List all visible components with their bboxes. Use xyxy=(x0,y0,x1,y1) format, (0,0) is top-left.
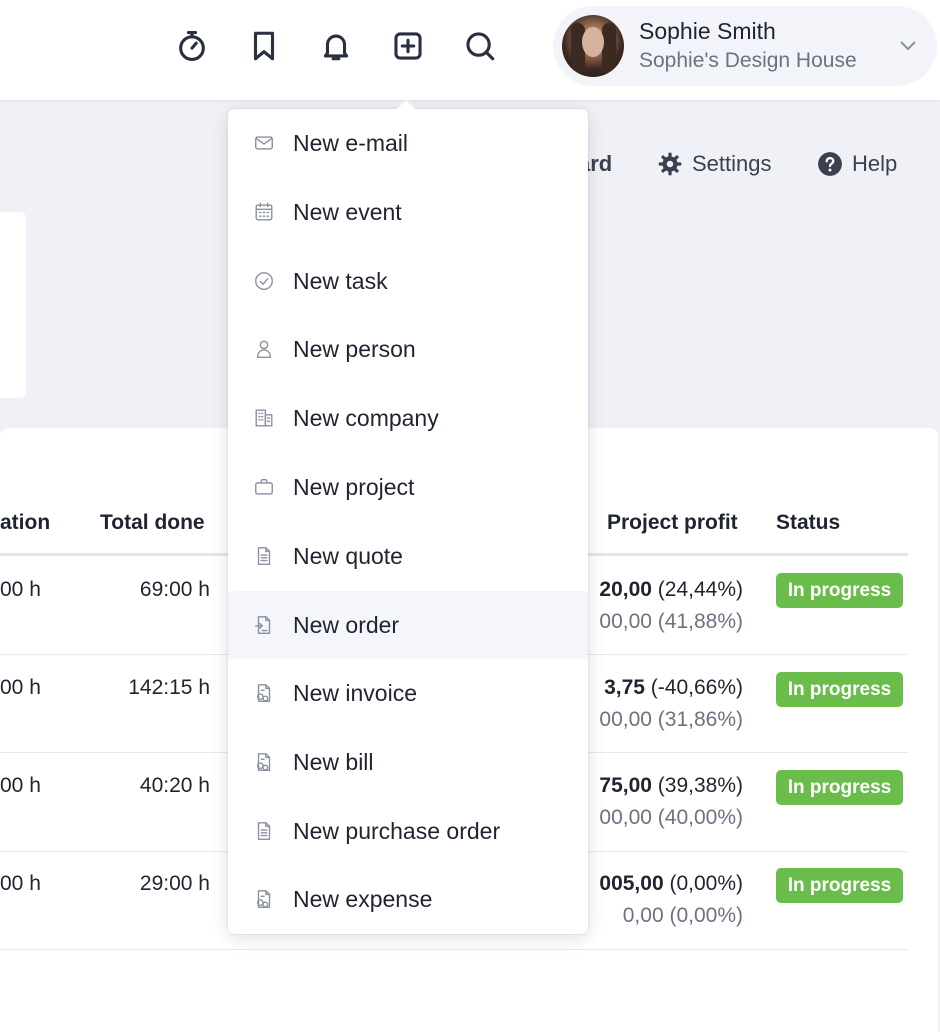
gear-icon xyxy=(658,152,682,176)
menu-item-label: New company xyxy=(293,404,439,431)
table-row-duration: 00 h xyxy=(0,578,41,601)
menu-item-new-purchase-order[interactable]: New purchase order xyxy=(228,797,588,865)
menu-item-new-event[interactable]: New event xyxy=(228,178,588,246)
person-icon xyxy=(252,337,276,361)
table-row-total-done: 40:20 h xyxy=(139,774,210,797)
user-menu[interactable]: Sophie Smith Sophie's Design House xyxy=(553,6,937,86)
expense-document-icon xyxy=(252,887,276,911)
help-label: Help xyxy=(852,151,898,176)
menu-item-new-expense[interactable]: New expense xyxy=(228,865,588,933)
menu-item-new-email[interactable]: New e-mail xyxy=(228,109,588,177)
menu-item-label: New expense xyxy=(293,885,433,912)
briefcase-icon xyxy=(252,475,276,499)
bell-icon[interactable] xyxy=(316,26,356,66)
menu-item-new-task[interactable]: New task xyxy=(228,247,588,315)
table-row-duration: 00 h xyxy=(0,676,41,699)
menu-item-label: New invoice xyxy=(293,679,417,706)
calendar-icon xyxy=(252,200,276,224)
menu-item-label: New project xyxy=(293,473,415,500)
left-card xyxy=(0,212,26,398)
menu-item-label: New purchase order xyxy=(293,817,501,844)
user-name: Sophie Smith xyxy=(639,18,776,44)
menu-item-new-invoice[interactable]: New invoice xyxy=(228,659,588,727)
status-badge: In progress xyxy=(776,770,903,805)
column-header-total-done[interactable]: Total done xyxy=(100,510,205,536)
menu-item-label: New person xyxy=(293,335,416,362)
bill-document-icon xyxy=(252,750,276,774)
avatar xyxy=(562,15,624,77)
menu-item-label: New task xyxy=(293,267,388,294)
invoice-document-icon xyxy=(252,681,276,705)
status-badge: In progress xyxy=(776,672,903,707)
mail-icon xyxy=(252,131,276,155)
menu-item-new-bill[interactable]: New bill xyxy=(228,728,588,796)
table-row-duration: 00 h xyxy=(0,872,41,895)
purchase-document-icon xyxy=(252,819,276,843)
settings-label: Settings xyxy=(692,151,772,176)
table-row-duration: 00 h xyxy=(0,774,41,797)
plus-square-icon[interactable] xyxy=(388,26,428,66)
settings-button[interactable]: Settings xyxy=(657,148,772,180)
row-divider xyxy=(0,949,908,950)
menu-item-new-order[interactable]: New order xyxy=(228,591,588,659)
menu-item-label: New quote xyxy=(293,542,403,569)
building-icon xyxy=(252,406,276,430)
create-new-dropdown: New e-mail New event New task New person… xyxy=(228,109,588,934)
chevron-down-icon xyxy=(899,38,917,52)
order-document-icon xyxy=(252,613,276,637)
help-icon xyxy=(818,152,842,176)
menu-item-label: New e-mail xyxy=(293,129,409,156)
top-bar: Sophie Smith Sophie's Design House xyxy=(0,0,940,100)
search-icon[interactable] xyxy=(460,26,500,66)
table-row-total-done: 142:15 h xyxy=(128,676,210,699)
column-header-status[interactable]: Status xyxy=(776,510,840,536)
bookmark-icon[interactable] xyxy=(244,26,284,66)
document-icon xyxy=(252,544,276,568)
table-row-total-done: 69:00 h xyxy=(139,578,210,601)
menu-item-label: New event xyxy=(293,198,402,225)
stopwatch-icon[interactable] xyxy=(172,26,212,66)
table-row-total-done: 29:00 h xyxy=(139,872,210,895)
menu-item-new-quote[interactable]: New quote xyxy=(228,522,588,590)
user-company: Sophie's Design House xyxy=(639,49,857,72)
status-badge: In progress xyxy=(776,573,903,608)
status-badge: In progress xyxy=(776,868,903,903)
menu-item-label: New order xyxy=(293,611,400,638)
menu-item-label: New bill xyxy=(293,748,374,775)
menu-item-new-project[interactable]: New project xyxy=(228,453,588,521)
column-header-duration[interactable]: ation xyxy=(0,510,50,536)
column-header-project-profit[interactable]: Project profit xyxy=(607,510,738,536)
menu-item-new-company[interactable]: New company xyxy=(228,384,588,452)
menu-item-new-person[interactable]: New person xyxy=(228,315,588,383)
help-button[interactable]: Help xyxy=(817,148,897,180)
dropdown-caret xyxy=(396,100,416,110)
check-circle-icon xyxy=(252,269,276,293)
